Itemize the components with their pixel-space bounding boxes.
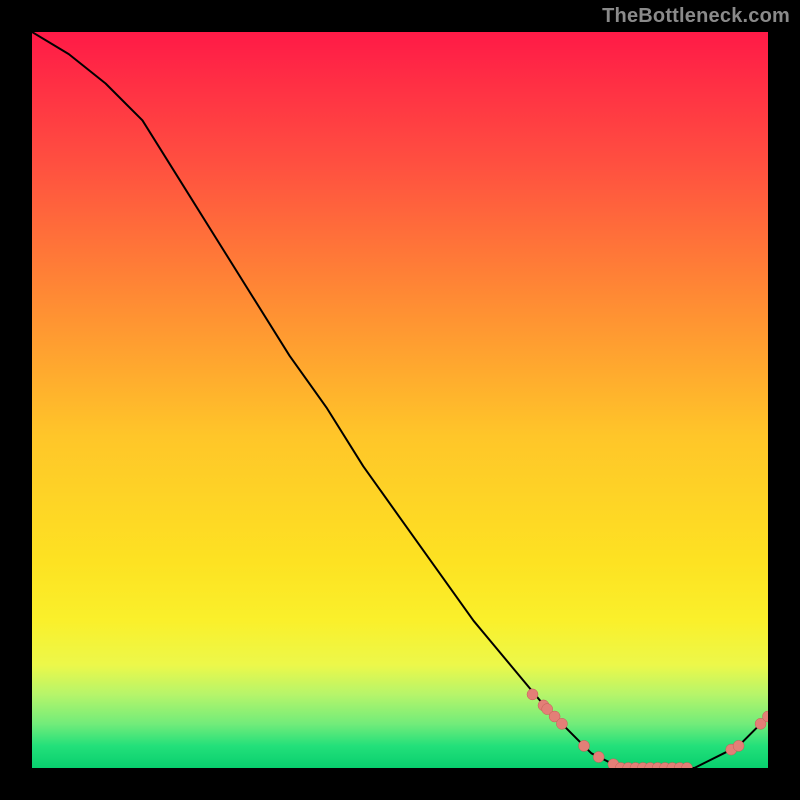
data-point — [527, 689, 538, 700]
data-point — [593, 752, 604, 763]
watermark-label: TheBottleneck.com — [602, 6, 790, 26]
scatter-points — [527, 689, 768, 768]
data-point — [682, 763, 693, 769]
data-point — [733, 740, 744, 751]
data-point — [579, 740, 590, 751]
plot-area — [32, 32, 768, 768]
line-series — [32, 32, 768, 768]
curve-path — [32, 32, 768, 768]
chart-svg — [32, 32, 768, 768]
chart-frame: TheBottleneck.com — [0, 0, 800, 800]
data-point — [556, 718, 567, 729]
